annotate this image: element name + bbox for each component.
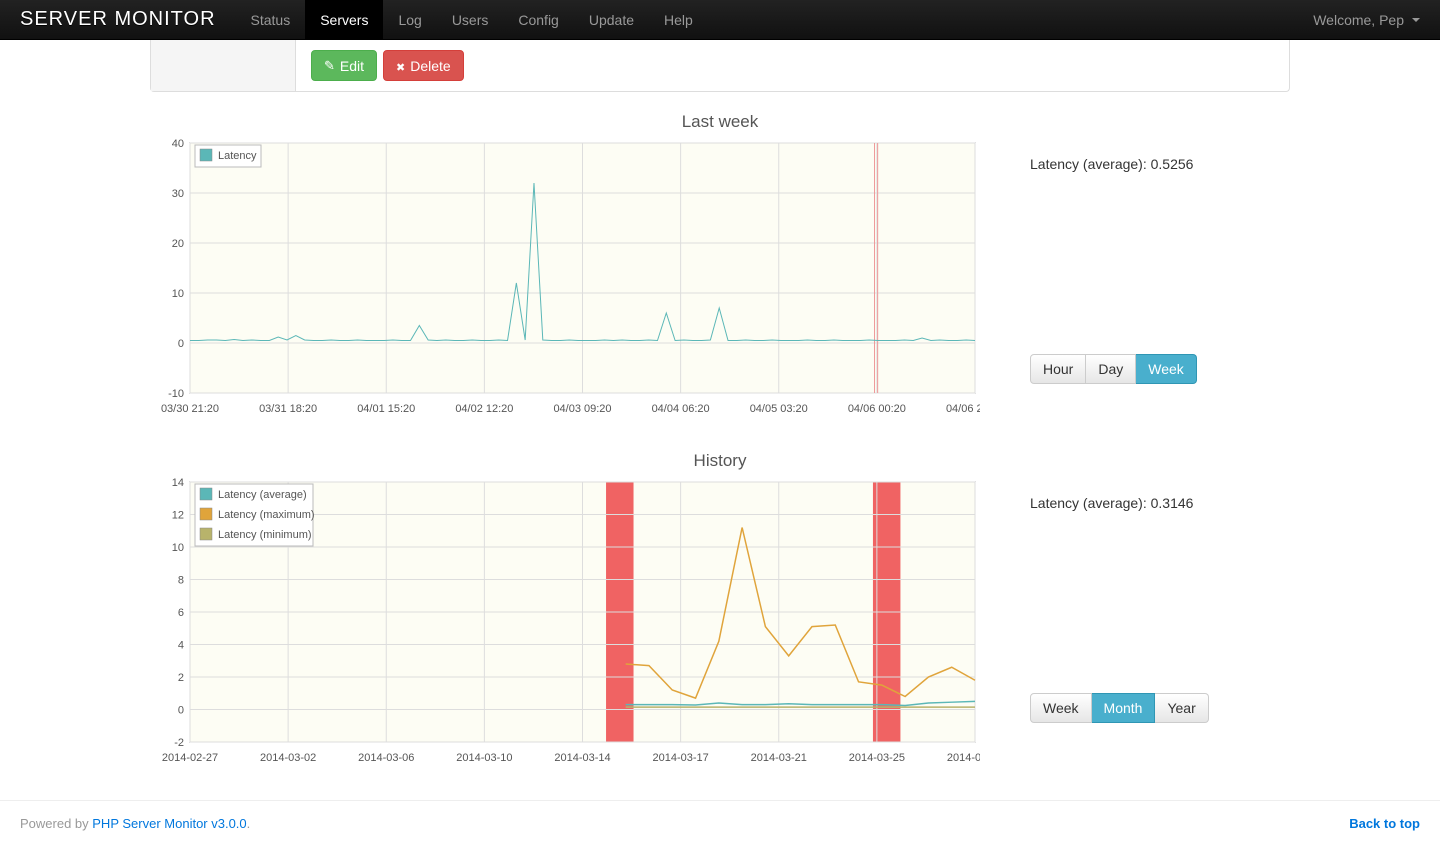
nav-item-config[interactable]: Config [503,0,573,39]
svg-text:2014-03-06: 2014-03-06 [358,752,414,764]
svg-text:8: 8 [178,575,184,587]
navbar: SERVER MONITOR StatusServersLogUsersConf… [0,0,1440,40]
footer-suffix: . [247,816,251,831]
svg-text:04/04 06:20: 04/04 06:20 [652,403,710,415]
range-selector-history: WeekMonthYear [1030,693,1290,723]
svg-text:10: 10 [172,288,184,300]
svg-text:2: 2 [178,672,184,684]
svg-text:2014-03-17: 2014-03-17 [652,752,708,764]
nav-item-servers[interactable]: Servers [305,0,383,39]
svg-text:04/02 12:20: 04/02 12:20 [455,403,513,415]
svg-text:04/05 03:20: 04/05 03:20 [750,403,808,415]
delete-label: Delete [410,58,450,74]
range-week-button[interactable]: Week [1136,354,1197,384]
footer-link[interactable]: PHP Server Monitor v3.0.0 [92,816,246,831]
nav-item-status[interactable]: Status [236,0,306,39]
svg-text:0: 0 [178,705,184,717]
svg-text:30: 30 [172,188,184,200]
svg-text:10: 10 [172,542,184,554]
range-day-button[interactable]: Day [1086,354,1136,384]
svg-text:20: 20 [172,238,184,250]
edit-label: Edit [340,58,364,74]
svg-text:2014-03-25: 2014-03-25 [849,752,905,764]
footer-prefix: Powered by [20,816,92,831]
panel-sidebar-placeholder [151,40,296,91]
svg-text:2014-03-10: 2014-03-10 [456,752,512,764]
svg-text:03/30 21:20: 03/30 21:20 [161,403,219,415]
caret-down-icon [1412,18,1420,22]
history-latency-avg: Latency (average): 0.3146 [1030,495,1290,511]
nav: StatusServersLogUsersConfigUpdateHelp [236,0,708,39]
delete-icon [396,58,405,74]
edit-icon [324,57,335,74]
svg-text:14: 14 [172,477,184,489]
svg-text:2014-03-14: 2014-03-14 [554,752,610,764]
range-hour-button[interactable]: Hour [1030,354,1086,384]
chart-title-history: History [150,451,1290,471]
nav-item-help[interactable]: Help [649,0,708,39]
svg-text:Latency (average): Latency (average) [218,489,307,501]
week-latency-avg: Latency (average): 0.5256 [1030,156,1290,172]
edit-button[interactable]: Edit [311,50,377,81]
footer: Powered by PHP Server Monitor v3.0.0. Ba… [0,800,1440,846]
brand: SERVER MONITOR [20,8,216,31]
chart-title-week: Last week [150,112,1290,132]
svg-text:2014-03-21: 2014-03-21 [751,752,807,764]
range-month-button[interactable]: Month [1092,693,1156,723]
svg-text:Latency: Latency [218,150,257,162]
svg-text:6: 6 [178,607,184,619]
svg-text:Latency (minimum): Latency (minimum) [218,529,312,541]
back-to-top-link[interactable]: Back to top [1349,816,1420,831]
svg-text:-2: -2 [174,737,184,749]
svg-text:Latency (maximum): Latency (maximum) [218,509,315,521]
svg-text:03/31 18:20: 03/31 18:20 [259,403,317,415]
svg-text:4: 4 [178,640,184,652]
range-year-button[interactable]: Year [1155,693,1208,723]
server-actions-panel: Edit Delete [150,40,1290,92]
svg-text:12: 12 [172,510,184,522]
svg-text:-10: -10 [168,388,184,400]
svg-text:2014-03-02: 2014-03-02 [260,752,316,764]
svg-text:0: 0 [178,338,184,350]
user-menu[interactable]: Welcome, Pep [1313,12,1420,28]
svg-text:04/01 15:20: 04/01 15:20 [357,403,415,415]
nav-item-log[interactable]: Log [383,0,436,39]
svg-text:04/06 21:20: 04/06 21:20 [946,403,980,415]
nav-item-users[interactable]: Users [437,0,504,39]
svg-text:2014-02-27: 2014-02-27 [162,752,218,764]
svg-text:04/06 00:20: 04/06 00:20 [848,403,906,415]
user-greeting: Welcome, Pep [1313,12,1404,28]
delete-button[interactable]: Delete [383,50,464,81]
nav-item-update[interactable]: Update [574,0,649,39]
chart-last-week: -10 0 10 20 30 40 03/30 21:20 03/31 18:20 04/01 … [150,138,1010,421]
range-week-button[interactable]: Week [1030,693,1092,723]
svg-text:40: 40 [172,138,184,150]
range-selector-week: HourDayWeek [1030,354,1290,384]
svg-text:04/03 09:20: 04/03 09:20 [553,403,611,415]
svg-text:2014-03-29: 2014-03-29 [947,752,980,764]
chart-history: -2 0 2 4 6 8 10 12 14 2014-02-27 2014-03-02 2014-03… [150,477,1010,770]
